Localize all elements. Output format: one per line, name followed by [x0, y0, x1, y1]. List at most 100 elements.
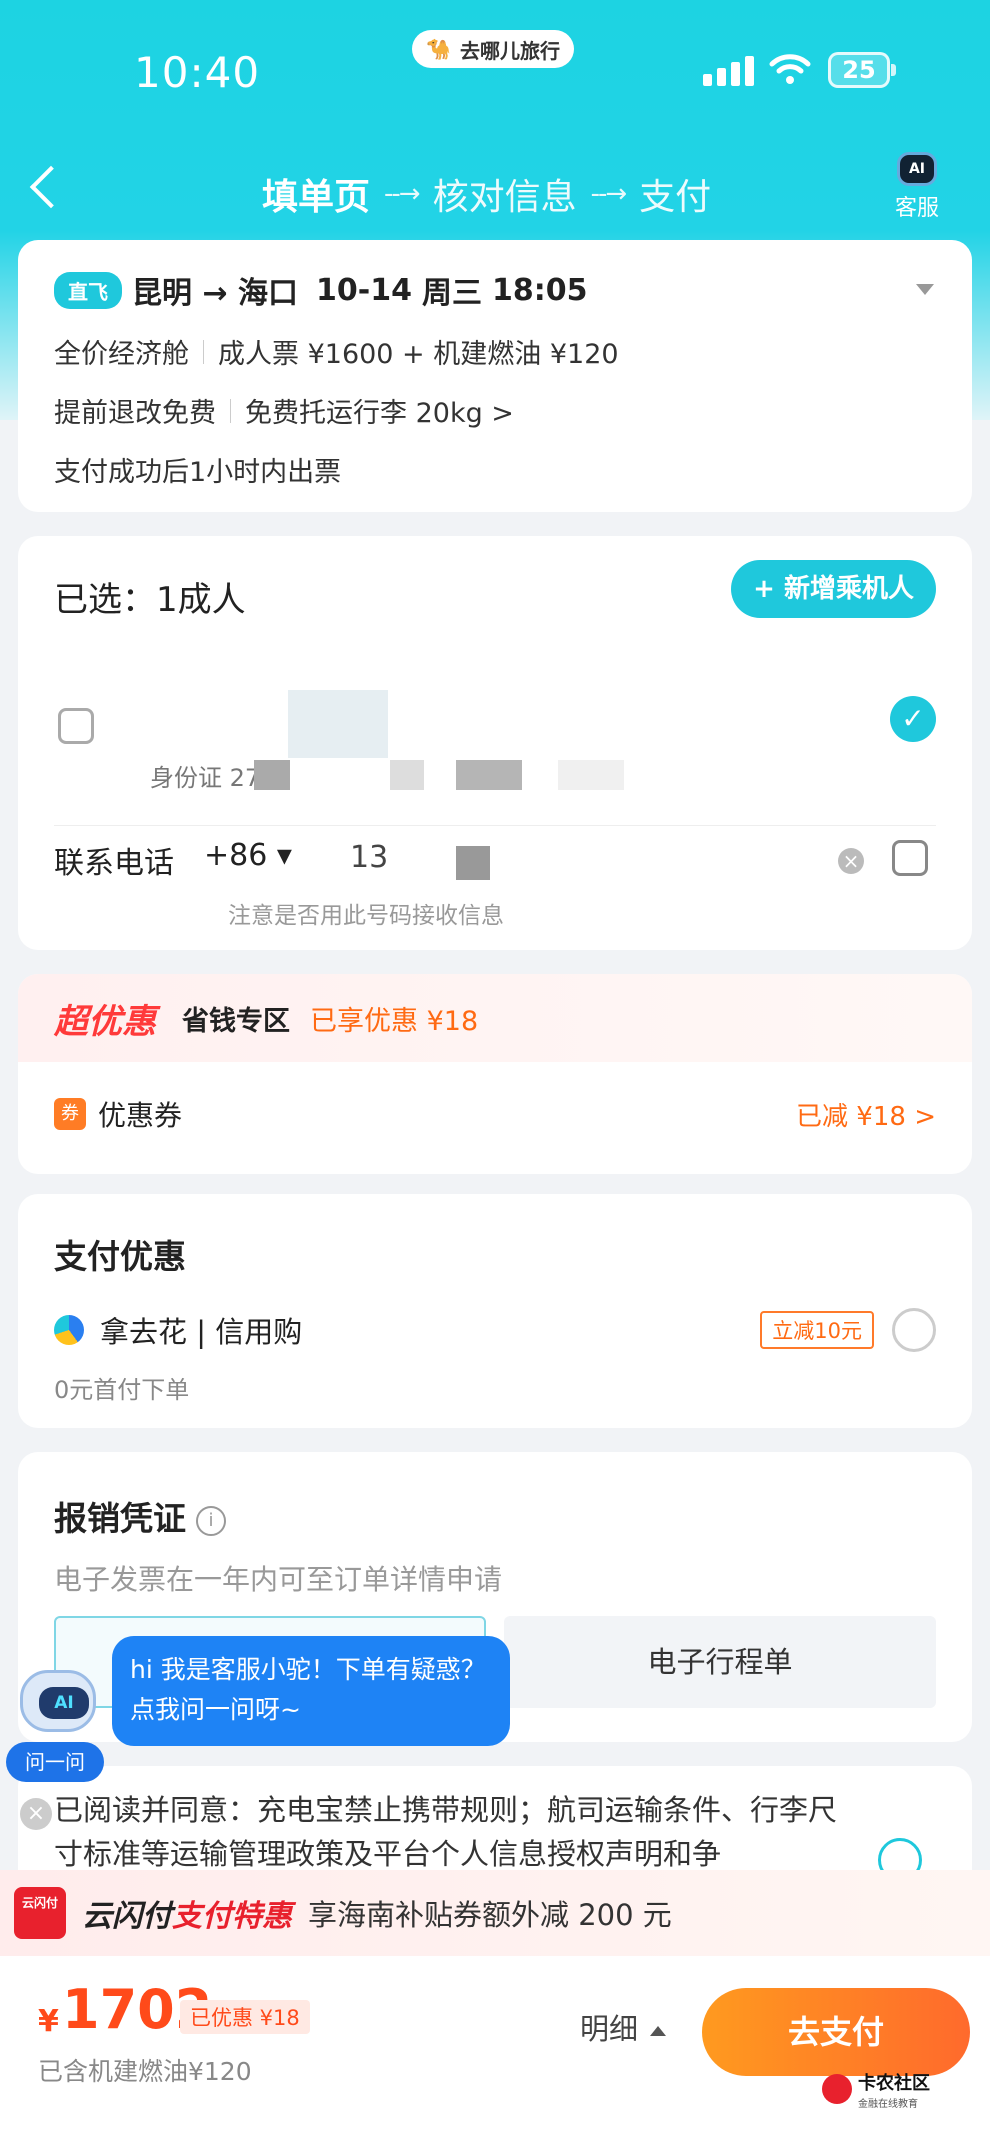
- wifi-icon: [769, 54, 811, 84]
- naquhua-logo-icon: [54, 1315, 84, 1345]
- invoice-sub: 电子发票在一年内可至订单详情申请: [54, 1563, 503, 1596]
- robot-face: AI: [39, 1687, 89, 1719]
- divider: [203, 339, 204, 364]
- add-passenger-button[interactable]: + 新增乘机人: [731, 560, 936, 618]
- redacted-id: [558, 760, 624, 790]
- currency-symbol: ¥: [38, 2004, 59, 2039]
- detail-label: 明细: [580, 2012, 639, 2046]
- invoice-title-text: 报销凭证: [54, 1499, 186, 1538]
- app-brand-pill: 🐪 去哪儿旅行: [412, 30, 574, 68]
- unionpay-offer: 享海南补贴券额外减 200 元: [308, 1898, 672, 1932]
- payment-option-sub: 0元首付下单: [54, 1376, 190, 1404]
- unionpay-special: 支付特惠: [172, 1899, 292, 1934]
- contacts-book-icon[interactable]: [892, 840, 928, 876]
- agreement-text[interactable]: 已阅读并同意：充电宝禁止携带规则；航司运输条件、行李尺寸标准等运输管理政策及平台…: [54, 1788, 864, 1876]
- redacted-id: [254, 760, 290, 790]
- baggage-link[interactable]: 免费托运行李 20kg >: [245, 391, 514, 430]
- watermark-logo-icon: [822, 2074, 852, 2104]
- step-verify: 核对信息: [432, 177, 577, 218]
- edit-icon[interactable]: [58, 708, 94, 744]
- unionpay-logo-icon: 云闪付: [14, 1887, 66, 1939]
- discount-tag: 立减10元: [760, 1311, 874, 1349]
- fare-breakdown: 成人票 ¥1600 + 机建燃油 ¥120: [218, 339, 619, 370]
- clock: 10:40: [134, 48, 261, 97]
- savings-zone-label: 省钱专区: [182, 1005, 290, 1037]
- watermark: 卡农社区 金融在线教育: [822, 2066, 972, 2112]
- step-fill-form: 填单页: [262, 177, 371, 218]
- policy-line: 提前退改免费 免费托运行李 20kg >: [54, 391, 936, 430]
- coupon-label: 优惠券: [98, 1099, 183, 1132]
- payment-discount-card: 支付优惠 拿去花 | 信用购 立减10元 0元首付下单: [18, 1194, 972, 1428]
- super-deal-logo: 超优惠: [54, 1001, 156, 1042]
- promotion-card: 超优惠 省钱专区 已享优惠 ¥18 券 优惠券 已减 ¥18 >: [18, 974, 972, 1174]
- unionpay-brand: 云闪付: [82, 1899, 172, 1934]
- customer-service-button[interactable]: AI 客服: [888, 152, 946, 222]
- expand-caret-icon[interactable]: [916, 284, 934, 295]
- step-arrow-icon: --→: [384, 179, 421, 209]
- saved-badge: 已优惠 ¥18: [180, 2000, 310, 2034]
- cabin-class: 全价经济舱: [54, 339, 189, 370]
- robot-head: AI: [20, 1670, 96, 1732]
- direct-flight-badge: 直飞: [54, 271, 122, 309]
- ticketing-note: 支付成功后1小时内出票: [54, 457, 342, 488]
- camel-icon: 🐪: [426, 37, 451, 61]
- caret-up-icon: [650, 2026, 667, 2036]
- invoice-title: 报销凭证 i: [54, 1492, 936, 1540]
- ask-button[interactable]: 问一问: [6, 1742, 104, 1782]
- payment-discount-title: 支付优惠: [54, 1237, 186, 1276]
- signal-icon: [703, 56, 754, 86]
- e-itinerary-tab[interactable]: 电子行程单: [504, 1616, 936, 1708]
- phone-label: 联系电话: [54, 846, 174, 881]
- passenger-checked-icon[interactable]: ✓: [890, 696, 936, 742]
- close-icon[interactable]: ×: [20, 1798, 52, 1830]
- customer-service-label: 客服: [894, 196, 939, 221]
- payment-option-name: 拿去花 | 信用购: [100, 1315, 303, 1349]
- flight-time: 18:05: [491, 272, 588, 308]
- step-indicator: 填单页 --→ 核对信息 --→ 支付: [262, 168, 711, 220]
- payment-radio[interactable]: [892, 1308, 936, 1352]
- passenger-row[interactable]: 身份证 27 ✓: [54, 690, 936, 826]
- step-pay: 支付: [639, 177, 712, 218]
- flight-weekday: 周三: [421, 276, 482, 311]
- phone-hint: 注意是否用此号码接收信息: [228, 903, 504, 929]
- coupon-icon: 券: [54, 1098, 86, 1130]
- promo-header: 超优惠 省钱专区 已享优惠 ¥18: [18, 974, 972, 1062]
- flight-route-row: 直飞 昆明 → 海口 10-14 周三 18:05: [54, 268, 936, 312]
- coupon-row[interactable]: 券 优惠券 已减 ¥18 >: [54, 1094, 936, 1134]
- divider: [230, 398, 231, 423]
- unionpay-promo-banner[interactable]: 云闪付 云闪付 支付特惠 享海南补贴券额外减 200 元: [0, 1870, 990, 1956]
- fare-line: 全价经济舱 成人票 ¥1600 + 机建燃油 ¥120: [54, 332, 936, 371]
- watermark-title: 卡农社区: [858, 2072, 930, 2094]
- phone-input[interactable]: 13: [350, 840, 388, 875]
- brand-name: 去哪儿旅行: [460, 38, 560, 63]
- flight-date: 10-14: [316, 272, 412, 308]
- coupon-value[interactable]: 已减 ¥18 >: [796, 1096, 936, 1133]
- flight-summary-card[interactable]: 直飞 昆明 → 海口 10-14 周三 18:05 全价经济舱 成人票 ¥160…: [18, 240, 972, 512]
- redacted-phone: [456, 846, 490, 880]
- step-arrow-icon: --→: [590, 179, 628, 209]
- passenger-id: 身份证 27: [150, 764, 261, 792]
- assistant-bubble[interactable]: hi 我是客服小驼！下单有疑惑？点我问一问呀~: [112, 1636, 510, 1746]
- checkout-bar: ¥ 1702 已优惠 ¥18 已含机建燃油¥120 明细 去支付: [0, 1956, 990, 2151]
- flight-route: 昆明 → 海口: [132, 276, 299, 311]
- country-code-select[interactable]: +86 ▾: [204, 838, 292, 873]
- top-nav: 填单页 --→ 核对信息 --→ 支付 AI 客服: [0, 150, 990, 230]
- redacted-id: [390, 760, 424, 790]
- ai-robot-icon: AI: [897, 152, 937, 186]
- status-bar: 10:40 🐪 去哪儿旅行 25: [0, 0, 990, 150]
- clear-icon[interactable]: ×: [838, 848, 864, 874]
- payment-option[interactable]: 拿去花 | 信用购 立减10元: [54, 1308, 936, 1352]
- info-icon[interactable]: i: [196, 1505, 226, 1536]
- discount-enjoyed: 已享优惠 ¥18: [310, 1005, 479, 1037]
- contact-phone-row: 联系电话 +86 ▾ 13 注意是否用此号码接收信息 ×: [54, 826, 936, 936]
- price-detail-toggle[interactable]: 明细: [580, 2006, 667, 2048]
- price-includes: 已含机建燃油¥120: [38, 2057, 252, 2086]
- refund-policy: 提前退改免费: [54, 398, 216, 429]
- watermark-sub: 金融在线教育: [858, 2098, 918, 2110]
- redacted-name: [288, 690, 388, 758]
- back-arrow-icon[interactable]: [29, 165, 73, 209]
- redacted-id: [456, 760, 522, 790]
- battery-icon: 25: [828, 52, 896, 88]
- pay-button[interactable]: 去支付: [702, 1988, 970, 2076]
- passenger-card: 已选：1成人 + 新增乘机人 身份证 27 ✓ 联系电话 +86 ▾ 13 注意…: [18, 536, 972, 950]
